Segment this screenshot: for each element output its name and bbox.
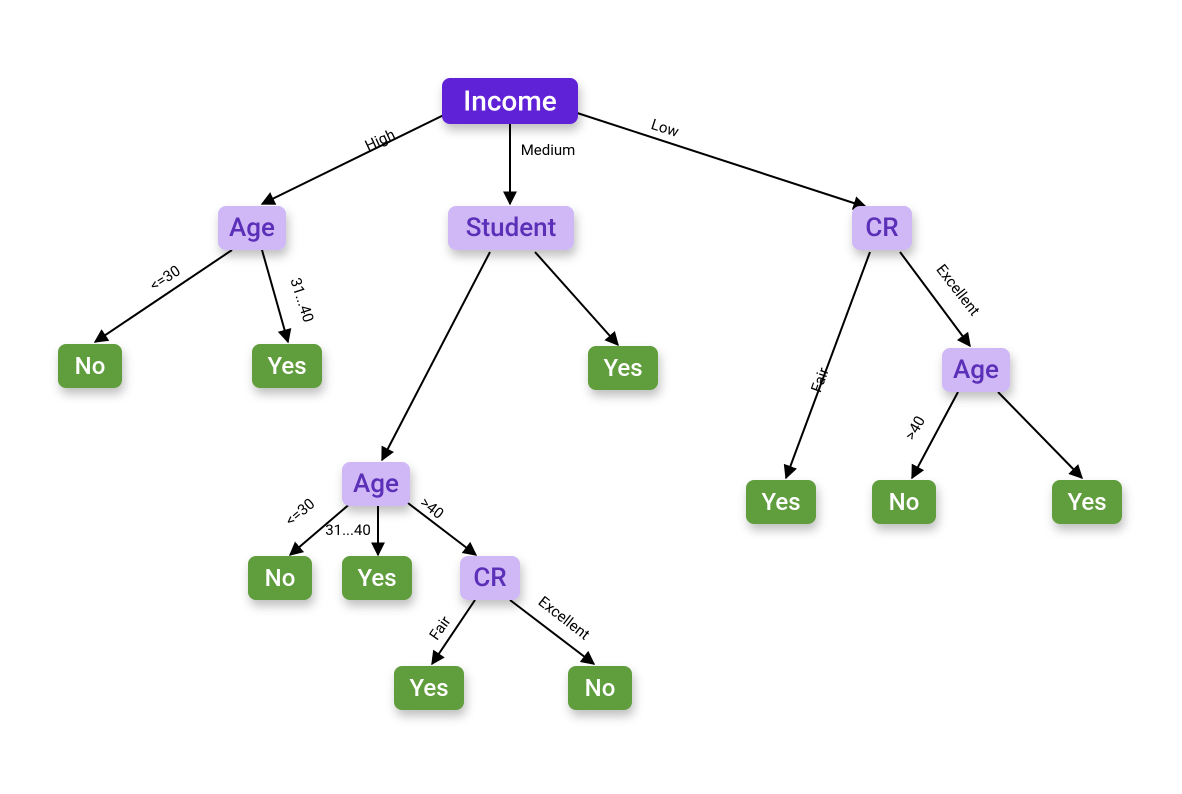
node-yes-1: Yes bbox=[252, 344, 322, 388]
edge-root-cr1 bbox=[568, 110, 866, 207]
edge-label-fair-1: Fair bbox=[807, 365, 832, 395]
svg-text:No: No bbox=[265, 564, 296, 592]
edge-label-le30-2: <=30 bbox=[282, 495, 319, 530]
node-yes-2: Yes bbox=[588, 346, 658, 390]
edge-label-le30-1: <=30 bbox=[146, 262, 183, 295]
node-student: Student bbox=[448, 206, 574, 250]
edge-label-fair-2: Fair bbox=[425, 613, 454, 644]
svg-text:Student: Student bbox=[466, 213, 557, 243]
edge-age1-yes1 bbox=[262, 250, 288, 342]
edge-label-31-40-2: 31...40 bbox=[325, 521, 371, 539]
edge-age3-yes6 bbox=[998, 392, 1082, 478]
svg-text:Yes: Yes bbox=[357, 564, 396, 592]
svg-text:CR: CR bbox=[473, 563, 506, 593]
svg-text:Yes: Yes bbox=[267, 352, 306, 380]
node-cr-2: CR bbox=[460, 556, 520, 600]
node-yes-6: Yes bbox=[1052, 480, 1122, 524]
svg-text:CR: CR bbox=[865, 213, 898, 243]
svg-text:Yes: Yes bbox=[761, 488, 800, 516]
edge-student-yes2 bbox=[535, 252, 618, 345]
svg-text:Income: Income bbox=[463, 85, 556, 118]
edge-label-gt40-1: >40 bbox=[417, 493, 448, 522]
edge-label-high: High bbox=[362, 125, 398, 154]
node-no-2: No bbox=[248, 556, 312, 600]
edge-age1-no1 bbox=[95, 250, 232, 342]
svg-text:Yes: Yes bbox=[409, 674, 448, 702]
svg-text:No: No bbox=[889, 488, 920, 516]
node-age-student: Age bbox=[342, 462, 410, 506]
svg-text:Age: Age bbox=[953, 355, 999, 385]
node-yes-4: Yes bbox=[394, 666, 464, 710]
node-cr-low: CR bbox=[852, 206, 912, 250]
edge-root-age1 bbox=[262, 110, 454, 204]
svg-text:Yes: Yes bbox=[1067, 488, 1106, 516]
svg-text:No: No bbox=[75, 352, 106, 380]
node-income: Income bbox=[442, 78, 578, 124]
node-no-4: No bbox=[872, 480, 936, 524]
edge-student-age2 bbox=[382, 252, 490, 460]
edge-label-excellent-1: Excellent bbox=[932, 261, 983, 319]
node-no-1: No bbox=[58, 344, 122, 388]
decision-tree-diagram: High Medium Low <=30 31...40 <=30 31...4… bbox=[0, 0, 1182, 794]
node-no-3: No bbox=[568, 666, 632, 710]
node-age-cr: Age bbox=[942, 348, 1010, 392]
edge-label-31-40-1: 31...40 bbox=[286, 276, 317, 325]
edges: High Medium Low <=30 31...40 <=30 31...4… bbox=[95, 110, 1082, 664]
edge-label-excellent-2: Excellent bbox=[535, 592, 593, 643]
svg-text:No: No bbox=[585, 674, 616, 702]
node-age-high: Age bbox=[218, 206, 286, 250]
svg-text:Yes: Yes bbox=[603, 354, 642, 382]
svg-text:Age: Age bbox=[229, 213, 275, 243]
edge-cr1-yes5 bbox=[786, 252, 870, 478]
edge-label-gt40-2: >40 bbox=[901, 413, 929, 443]
svg-text:Age: Age bbox=[353, 469, 399, 499]
node-yes-3: Yes bbox=[342, 556, 412, 600]
node-yes-5: Yes bbox=[746, 480, 816, 524]
edge-label-medium: Medium bbox=[521, 141, 576, 159]
